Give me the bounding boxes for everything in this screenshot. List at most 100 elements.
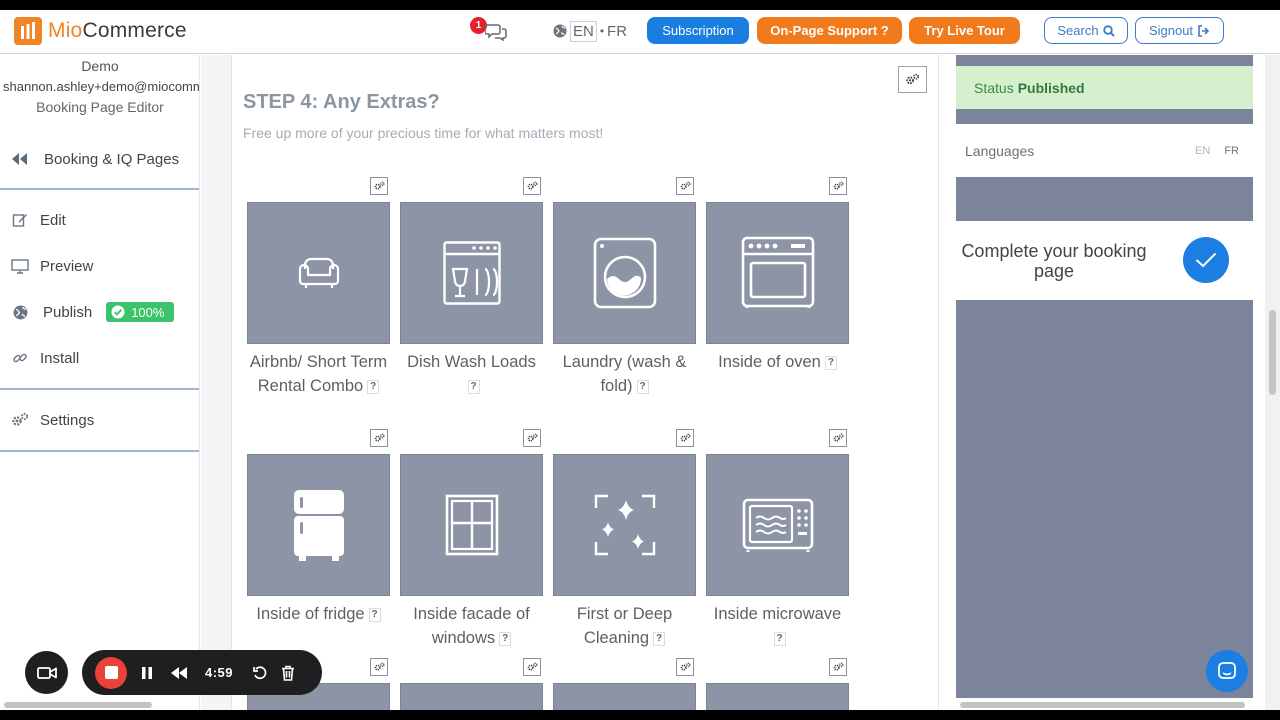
on-page-support-button[interactable]: On-Page Support ? <box>757 17 902 44</box>
messages-button[interactable]: 1 <box>470 17 510 45</box>
step-title: STEP 4: Any Extras? <box>243 91 440 113</box>
scrollbar-thumb[interactable] <box>1269 310 1276 395</box>
brand-logo[interactable]: MioCommerce <box>14 16 187 46</box>
sidebar-item-settings[interactable]: Settings <box>0 405 199 435</box>
help-icon[interactable]: ? <box>653 632 666 646</box>
camera-toggle-button[interactable] <box>25 651 68 694</box>
sidebar-divider <box>0 388 199 390</box>
help-icon[interactable]: ? <box>499 632 512 646</box>
tile-settings-button[interactable] <box>676 429 694 447</box>
extra-label: Inside facade of windows? <box>413 605 530 647</box>
sidebar-item-label: Preview <box>40 257 94 275</box>
help-icon[interactable]: ? <box>467 380 480 394</box>
window-icon[interactable] <box>400 454 543 596</box>
sidebar-item-label: Install <box>40 349 80 367</box>
signout-button[interactable]: Signout <box>1135 17 1224 44</box>
status-value: Published <box>1017 79 1085 96</box>
sidebar-item-booking-pages[interactable]: Booking & IQ Pages <box>0 144 199 174</box>
tile-settings-button[interactable] <box>676 177 694 195</box>
publish-progress-badge: 100% <box>106 302 175 322</box>
horizontal-scrollbar[interactable] <box>956 700 1253 710</box>
restart-icon <box>253 665 267 679</box>
tile-settings-button[interactable] <box>523 177 541 195</box>
video-camera-icon <box>36 666 57 679</box>
tile-settings-button[interactable] <box>370 177 388 195</box>
extra-label: Inside of fridge? <box>241 602 396 626</box>
top-bar: MioCommerce 1 EN • FR Subscription On-Pa… <box>0 10 1280 54</box>
trash-icon <box>282 665 295 681</box>
monitor-icon <box>0 258 40 274</box>
scrollbar-thumb[interactable] <box>960 702 1245 708</box>
vertical-scrollbar[interactable] <box>1265 55 1280 710</box>
app-window: MioCommerce 1 EN • FR Subscription On-Pa… <box>0 10 1280 710</box>
search-button[interactable]: Search <box>1044 17 1128 44</box>
tile-settings-button[interactable] <box>829 429 847 447</box>
sidebar-item-label: Edit <box>40 211 66 229</box>
restart-button[interactable] <box>253 665 267 680</box>
rewind-button[interactable] <box>171 666 187 679</box>
rewind-icon <box>171 666 187 679</box>
live-tour-button[interactable]: Try Live Tour <box>909 17 1020 44</box>
search-icon <box>1102 24 1115 37</box>
lang-fr-option[interactable]: FR <box>607 23 627 40</box>
pause-button[interactable] <box>141 666 153 680</box>
scrollbar-thumb[interactable] <box>4 702 152 708</box>
tile-settings-button[interactable] <box>829 177 847 195</box>
help-icon[interactable]: ? <box>367 380 380 394</box>
extra-label: First or Deep Cleaning? <box>576 605 673 647</box>
gears-icon <box>833 181 844 190</box>
microwave-icon[interactable] <box>706 454 849 596</box>
languages-label: Languages <box>965 142 1035 159</box>
language-fr-option[interactable]: FR <box>1224 145 1239 157</box>
help-icon[interactable]: ? <box>824 356 837 370</box>
subscription-button[interactable]: Subscription <box>647 17 749 44</box>
section-settings-button[interactable] <box>898 66 927 93</box>
sidebar-divider <box>0 188 199 190</box>
oven-icon[interactable] <box>706 202 849 344</box>
tile-settings-button[interactable] <box>523 658 541 676</box>
delete-recording-button[interactable] <box>281 665 295 681</box>
stop-icon <box>104 666 118 679</box>
extra-label: Airbnb/ Short Term Rental Combo? <box>249 353 388 395</box>
sidebar: Demo shannon.ashley+demo@miocommerce.com… <box>0 55 200 710</box>
sidebar-item-label: Booking & IQ Pages <box>44 150 180 168</box>
chat-launcher-button[interactable] <box>1206 650 1248 692</box>
gears-icon <box>680 181 691 190</box>
brand-name: MioCommerce <box>48 19 187 42</box>
lang-en-option[interactable]: EN <box>570 20 597 42</box>
stop-recording-button[interactable] <box>95 656 127 689</box>
search-label: Search <box>1057 23 1099 38</box>
check-icon <box>1183 237 1229 283</box>
sofa-icon[interactable] <box>247 202 390 344</box>
sidebar-item-edit[interactable]: Edit <box>0 205 199 235</box>
sidebar-item-publish[interactable]: Publish 100% <box>0 297 199 327</box>
complete-booking-box[interactable]: Complete your booking page <box>956 221 1253 300</box>
sparkle-icon[interactable] <box>553 454 696 596</box>
help-icon[interactable]: ? <box>368 608 381 622</box>
gears-icon <box>680 433 691 442</box>
gears-icon <box>833 433 844 442</box>
sidebar-item-label: Publish <box>43 303 93 321</box>
fridge-icon[interactable] <box>247 454 390 596</box>
tile-settings-button[interactable] <box>370 658 388 676</box>
tile-settings-button[interactable] <box>829 658 847 676</box>
step-subtitle: Free up more of your precious time for w… <box>243 125 604 141</box>
sidebar-item-preview[interactable]: Preview <box>0 251 199 281</box>
dishwasher-icon[interactable] <box>400 202 543 344</box>
tile-settings-button[interactable] <box>370 429 388 447</box>
help-icon[interactable]: ? <box>773 632 786 646</box>
tile-settings-button[interactable] <box>523 429 541 447</box>
recording-controls: 4:59 <box>82 650 322 695</box>
sidebar-item-install[interactable]: Install <box>0 343 199 373</box>
right-panel: Status Published Languages EN FR Complet… <box>956 55 1253 698</box>
chat-bubbles-icon <box>485 24 507 41</box>
gears-icon <box>374 662 385 671</box>
pause-icon <box>142 666 152 679</box>
tile-settings-button[interactable] <box>676 658 694 676</box>
language-en-option[interactable]: EN <box>1195 145 1210 157</box>
washing-machine-icon[interactable] <box>553 202 696 344</box>
horizontal-scrollbar[interactable] <box>0 700 940 710</box>
right-gutter <box>940 55 956 710</box>
complete-booking-text: Complete your booking page <box>961 240 1147 281</box>
help-icon[interactable]: ? <box>636 380 649 394</box>
